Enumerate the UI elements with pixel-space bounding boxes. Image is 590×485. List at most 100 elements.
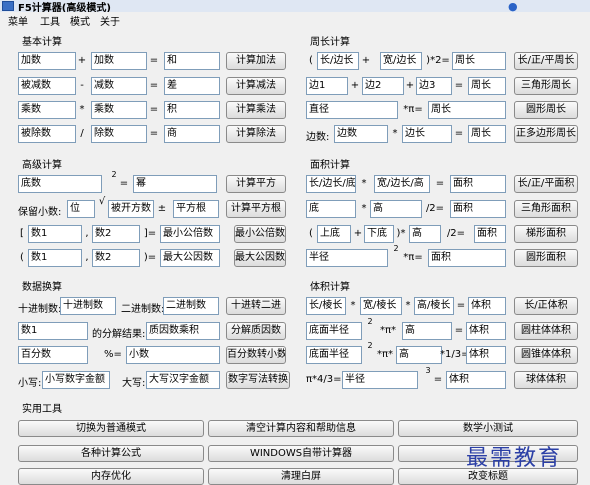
cylinder-volume-button[interactable]: 圆柱体体积	[514, 322, 578, 340]
cuboid-height-input[interactable]: 高/棱长	[414, 297, 454, 315]
subtract-button[interactable]: 计算减法	[226, 77, 286, 95]
square-button[interactable]: 计算平方	[226, 175, 286, 193]
circle-perimeter-output[interactable]: 周长	[428, 101, 506, 119]
square-root-button[interactable]: 计算平方根	[226, 200, 286, 218]
binary-output[interactable]: 二进制数	[163, 297, 219, 315]
clear-all-button[interactable]: 清空计算内容和帮助信息	[208, 420, 394, 437]
rect-perimeter-button[interactable]: 长/正/平周长	[514, 52, 578, 70]
prime-factor-output[interactable]: 质因数乘积	[146, 322, 220, 340]
menu-item-menu[interactable]: 菜单	[8, 13, 28, 28]
addend1-input[interactable]: 加数	[18, 52, 76, 70]
multiplier-input[interactable]: 乘数	[91, 101, 147, 119]
circle-area-output[interactable]: 面积	[428, 249, 506, 267]
multiplicand-input[interactable]: 乘数	[18, 101, 76, 119]
number-format-button[interactable]: 数字写法转换	[226, 371, 290, 389]
power-output[interactable]: 幂	[133, 175, 217, 193]
tri-side1-input[interactable]: 边1	[306, 77, 348, 95]
menu-item-tools[interactable]: 工具	[40, 13, 60, 28]
divide-button[interactable]: 计算除法	[226, 125, 286, 143]
circle-perimeter-button[interactable]: 圆形周长	[514, 101, 578, 119]
cylinder-radius-input[interactable]: 底面半径	[306, 322, 362, 340]
quotient-output[interactable]: 商	[164, 125, 220, 143]
trap-height-input[interactable]: 高	[409, 225, 441, 243]
percent-to-decimal-button[interactable]: 百分数转小数	[226, 346, 286, 364]
diameter-input[interactable]: 直径	[306, 101, 398, 119]
cone-radius-input[interactable]: 底面半径	[306, 346, 362, 364]
gcd-button[interactable]: 最大公因数	[234, 249, 286, 267]
gcd-output[interactable]: 最大公因数	[160, 249, 220, 267]
minuend-input[interactable]: 被减数	[18, 77, 76, 95]
tri-base-input[interactable]: 底	[306, 200, 356, 218]
lcm-button[interactable]: 最小公倍数	[234, 225, 286, 243]
menu-item-mode[interactable]: 模式	[70, 13, 90, 28]
circle-area-button[interactable]: 圆形面积	[514, 249, 578, 267]
gcd-num2-input[interactable]: 数2	[92, 249, 140, 267]
rect-area-output[interactable]: 面积	[450, 175, 506, 193]
area-width-input[interactable]: 宽/边长/高	[374, 175, 430, 193]
percent-input[interactable]: 百分数	[18, 346, 88, 364]
windows-calculator-button[interactable]: WINDOWS自带计算器	[208, 445, 394, 462]
sphere-radius-input[interactable]: 半径	[342, 371, 418, 389]
tri-area-output[interactable]: 面积	[450, 200, 506, 218]
rect-perimeter-output[interactable]: 周长	[452, 52, 506, 70]
rect-length-input[interactable]: 长/边长	[317, 52, 359, 70]
multiply-button[interactable]: 计算乘法	[226, 101, 286, 119]
sphere-volume-button[interactable]: 球体体积	[514, 371, 578, 389]
tri-perimeter-output[interactable]: 周长	[468, 77, 506, 95]
switch-normal-mode-button[interactable]: 切换为普通模式	[18, 420, 204, 437]
cuboid-width-input[interactable]: 宽/棱长	[360, 297, 402, 315]
trap-bottom-input[interactable]: 下底	[364, 225, 394, 243]
base-input[interactable]: 底数	[18, 175, 102, 193]
sphere-volume-output[interactable]: 体积	[446, 371, 506, 389]
cuboid-volume-output[interactable]: 体积	[468, 297, 506, 315]
decimal-input[interactable]: 十进制数	[60, 297, 116, 315]
math-quiz-button[interactable]: 数学小测试	[398, 420, 578, 437]
polygon-perimeter-button[interactable]: 正多边形周长	[514, 125, 578, 143]
cuboid-length-input[interactable]: 长/棱长	[306, 297, 346, 315]
radius-input[interactable]: 半径	[306, 249, 388, 267]
trap-top-input[interactable]: 上底	[317, 225, 351, 243]
lcm-output[interactable]: 最小公倍数	[160, 225, 220, 243]
area-length-input[interactable]: 长/边长/底	[306, 175, 356, 193]
menu-item-about[interactable]: 关于	[100, 13, 120, 28]
radicand-input[interactable]: 被开方数	[108, 200, 154, 218]
factor-number-input[interactable]: 数1	[18, 322, 88, 340]
cuboid-volume-button[interactable]: 长/正体积	[514, 297, 578, 315]
subtrahend-input[interactable]: 减数	[91, 77, 147, 95]
addend2-input[interactable]: 加数	[91, 52, 147, 70]
decimal-places-input[interactable]: 位	[67, 200, 95, 218]
lcm-num1-input[interactable]: 数1	[28, 225, 82, 243]
chinese-amount-output[interactable]: 大写汉字金额	[146, 371, 220, 389]
clear-white-screen-button[interactable]: 清理白屏	[208, 468, 394, 485]
cone-volume-output[interactable]: 体积	[466, 346, 506, 364]
polygon-sides-input[interactable]: 边数	[334, 125, 388, 143]
rect-width-input[interactable]: 宽/边长	[380, 52, 422, 70]
memory-optimize-button[interactable]: 内存优化	[18, 468, 204, 485]
trap-area-button[interactable]: 梯形面积	[514, 225, 578, 243]
polygon-side-length-input[interactable]: 边长	[402, 125, 452, 143]
cone-volume-button[interactable]: 圆锥体体积	[514, 346, 578, 364]
decimal-to-binary-button[interactable]: 十进转二进	[226, 297, 286, 315]
tri-side2-input[interactable]: 边2	[362, 77, 404, 95]
numeric-amount-input[interactable]: 小写数字金额	[42, 371, 110, 389]
add-button[interactable]: 计算加法	[226, 52, 286, 70]
square-root-output[interactable]: 平方根	[173, 200, 219, 218]
tri-side3-input[interactable]: 边3	[416, 77, 452, 95]
sum-output[interactable]: 和	[164, 52, 220, 70]
tri-height-input[interactable]: 高	[370, 200, 422, 218]
cylinder-volume-output[interactable]: 体积	[466, 322, 506, 340]
divisor-input[interactable]: 除数	[91, 125, 147, 143]
cone-height-input[interactable]: 高	[396, 346, 442, 364]
formulas-button[interactable]: 各种计算公式	[18, 445, 204, 462]
dividend-input[interactable]: 被除数	[18, 125, 76, 143]
prime-factor-button[interactable]: 分解质因数	[226, 322, 286, 340]
product-output[interactable]: 积	[164, 101, 220, 119]
cylinder-height-input[interactable]: 高	[402, 322, 452, 340]
polygon-perimeter-output[interactable]: 周长	[468, 125, 506, 143]
tri-area-button[interactable]: 三角形面积	[514, 200, 578, 218]
rect-area-button[interactable]: 长/正/平面积	[514, 175, 578, 193]
lcm-num2-input[interactable]: 数2	[92, 225, 140, 243]
decimal-output[interactable]: 小数	[126, 346, 220, 364]
tri-perimeter-button[interactable]: 三角形周长	[514, 77, 578, 95]
difference-output[interactable]: 差	[164, 77, 220, 95]
